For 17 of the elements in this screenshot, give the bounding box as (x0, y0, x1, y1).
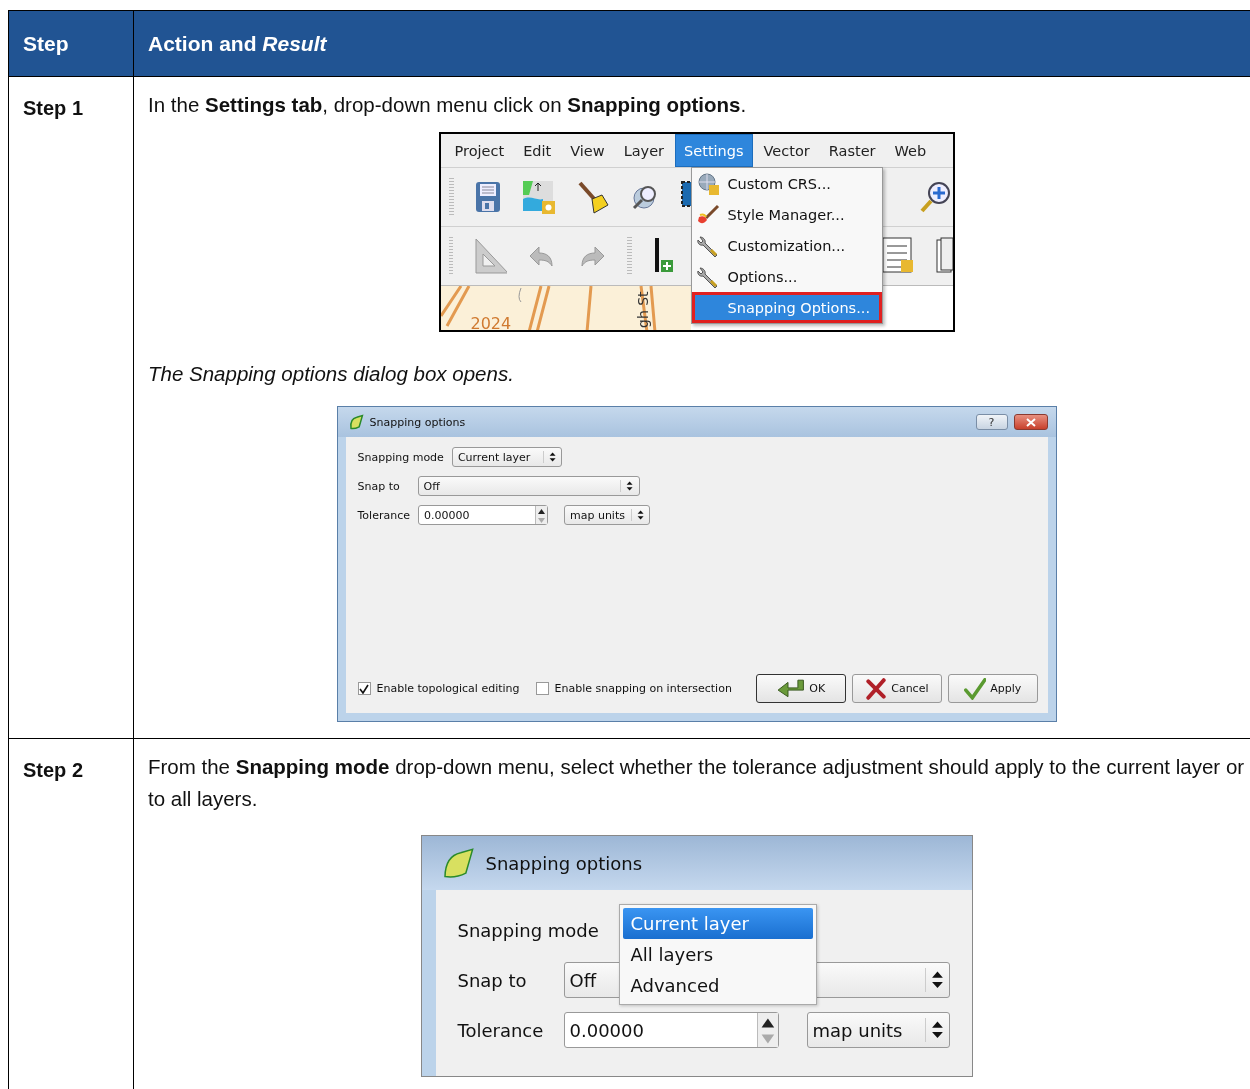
map-label: 2024 (470, 314, 512, 330)
result-text: The Snapping options dialog box opens. (148, 361, 515, 387)
instruction-text: From the Snapping mode drop-down menu, select whether the tolerance adjustment should apply to the current layer or to all layers. (148, 754, 1245, 812)
field-label: Snap to (457, 969, 528, 991)
step-label: Step 1 (23, 97, 85, 120)
field-label: Snap to (357, 479, 401, 493)
map-label: gh St (634, 291, 651, 328)
field-label: Tolerance (357, 508, 410, 522)
field-label: Snapping mode (457, 919, 599, 941)
window-title: Snapping options (485, 852, 644, 874)
field-label: Snapping mode (357, 450, 444, 464)
column-header: Step (9, 11, 134, 76)
step-label: Step 2 (23, 759, 85, 782)
window-title: Snapping options (369, 415, 467, 429)
column-header: Action and Result (148, 31, 327, 56)
field-label: Tolerance (457, 1019, 545, 1041)
instruction-text: In the Settings tab, drop-down menu click on Snapping options. (148, 92, 748, 118)
